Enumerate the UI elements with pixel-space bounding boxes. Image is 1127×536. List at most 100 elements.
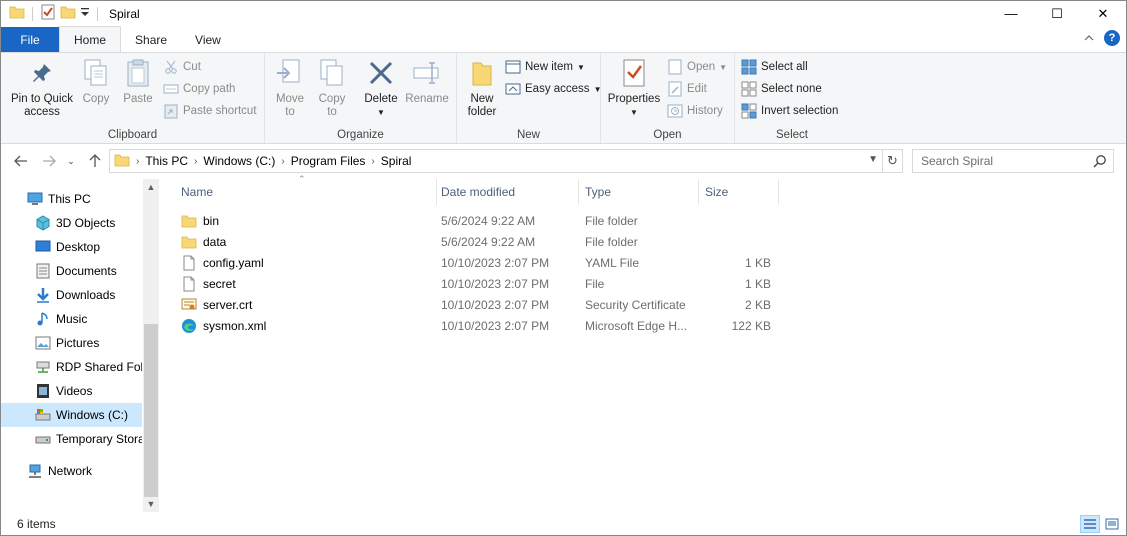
nav-item-desktop[interactable]: Desktop <box>1 235 142 259</box>
address-dropdown-icon[interactable]: ▼ <box>868 154 878 165</box>
move-to-icon <box>274 57 306 89</box>
file-row[interactable]: server.crt 10/10/2023 2:07 PM Security C… <box>175 294 775 315</box>
column-header-type[interactable]: Type <box>579 179 699 205</box>
file-row[interactable]: data 5/6/2024 9:22 AM File folder <box>175 231 775 252</box>
nav-item-windows-c[interactable]: Windows (C:) <box>1 403 142 427</box>
breadcrumb-spiral[interactable]: Spiral <box>381 154 412 168</box>
recent-locations-button[interactable]: ⌄ <box>61 151 81 171</box>
customize-qat-icon[interactable] <box>80 6 90 21</box>
tab-share[interactable]: Share <box>121 27 181 52</box>
properties-qat-icon[interactable] <box>40 4 56 23</box>
close-button[interactable]: ✕ <box>1080 1 1126 26</box>
new-group-label: New <box>516 129 540 141</box>
nav-scrollbar[interactable]: ▲ ▼ <box>143 179 159 512</box>
file-icon <box>181 276 197 292</box>
maximize-button[interactable]: ☐ <box>1034 1 1080 26</box>
nav-item-pictures[interactable]: Pictures <box>1 331 142 355</box>
nav-item-videos[interactable]: Videos <box>1 379 142 403</box>
nav-item-network[interactable]: Network <box>1 459 142 483</box>
forward-button[interactable] <box>39 151 59 171</box>
new-folder-button[interactable]: New folder <box>463 57 501 119</box>
scrollbar-thumb[interactable] <box>144 324 158 497</box>
cut-button[interactable]: Cut <box>163 57 201 77</box>
copy-to-button[interactable]: Copy to <box>315 57 349 119</box>
column-header-size[interactable]: Size <box>699 179 779 205</box>
invert-selection-button[interactable]: Invert selection <box>741 101 838 121</box>
nav-item-label: This PC <box>48 192 91 206</box>
paste-button[interactable]: Paste <box>119 57 157 106</box>
back-button[interactable] <box>11 151 31 171</box>
rename-icon <box>411 57 443 89</box>
rename-button[interactable]: Rename <box>405 57 449 106</box>
open-label: Open <box>687 61 716 73</box>
address-bar[interactable]: › This PC › Windows (C:) › Program Files… <box>109 149 883 173</box>
refresh-button[interactable]: ↻ <box>883 149 903 173</box>
paste-shortcut-button[interactable]: Paste shortcut <box>163 101 257 121</box>
copy-path-button[interactable]: Copy path <box>163 79 235 99</box>
pin-to-quick-access-button[interactable]: Pin to Quick access <box>7 57 77 119</box>
minimize-button[interactable]: — <box>988 1 1034 26</box>
breadcrumb-program-files[interactable]: Program Files <box>291 154 366 168</box>
move-to-button[interactable]: Move to <box>273 57 307 119</box>
breadcrumb-windows-c[interactable]: Windows (C:) <box>203 154 275 168</box>
column-header-name[interactable]: Name <box>175 179 437 205</box>
nav-item-this-pc[interactable]: This PC <box>1 187 142 211</box>
easy-access-button[interactable]: Easy access ▼ <box>505 79 601 99</box>
breadcrumb-chevron-icon[interactable]: › <box>371 156 374 167</box>
properties-button[interactable]: Properties ▼ <box>605 57 663 119</box>
file-type: Security Certificate <box>585 297 686 312</box>
nav-item-downloads[interactable]: Downloads <box>1 283 142 307</box>
nav-item-label: Network <box>48 464 93 478</box>
file-date: 10/10/2023 2:07 PM <box>441 318 550 333</box>
select-none-button[interactable]: Select none <box>741 79 822 99</box>
new-item-button[interactable]: New item ▼ <box>505 57 585 77</box>
select-all-button[interactable]: Select all <box>741 57 808 77</box>
select-all-icon <box>741 59 757 75</box>
help-icon[interactable]: ? <box>1104 30 1120 46</box>
clipboard-group: Pin to Quick access Copy Paste Cut Copy … <box>1 53 265 143</box>
breadcrumb-chevron-icon[interactable]: › <box>281 156 284 167</box>
file-name: sysmon.xml <box>203 318 267 333</box>
window-title: Spiral <box>109 6 140 21</box>
file-row[interactable]: secret 10/10/2023 2:07 PM File 1 KB <box>175 273 775 294</box>
file-name-cell: server.crt <box>181 294 435 315</box>
move-to-label-2: to <box>285 106 295 118</box>
file-row[interactable]: sysmon.xml 10/10/2023 2:07 PM Microsoft … <box>175 315 775 336</box>
tab-home[interactable]: Home <box>59 26 122 52</box>
quick-access-toolbar: Spiral <box>1 1 140 26</box>
column-header-date[interactable]: Date modified <box>435 179 579 205</box>
delete-button[interactable]: Delete ▼ <box>361 57 401 119</box>
file-row[interactable]: bin 5/6/2024 9:22 AM File folder <box>175 210 775 231</box>
scroll-down-icon[interactable]: ▼ <box>143 496 159 512</box>
nav-item-3d-objects[interactable]: 3D Objects <box>1 211 142 235</box>
large-icons-view-button[interactable] <box>1102 515 1122 533</box>
scroll-up-icon[interactable]: ▲ <box>143 179 159 195</box>
new-folder-qat-icon[interactable] <box>60 5 76 22</box>
copy-button[interactable]: Copy <box>79 57 113 106</box>
nav-tree: This PC 3D Objects Desktop Documents Dow… <box>1 179 142 512</box>
file-date: 5/6/2024 9:22 AM <box>441 234 536 249</box>
file-name: bin <box>203 213 220 228</box>
divider <box>97 6 98 21</box>
breadcrumb-chevron-icon[interactable]: › <box>194 156 197 167</box>
details-view-button[interactable] <box>1080 515 1100 533</box>
open-button[interactable]: Open ▼ <box>667 57 727 77</box>
history-button[interactable]: History <box>667 101 723 121</box>
pin-icon <box>26 57 58 89</box>
breadcrumb-this-pc[interactable]: This PC <box>145 154 188 168</box>
delete-x-icon <box>365 57 397 89</box>
nav-item-rdp-shared[interactable]: RDP Shared Fold <box>1 355 142 379</box>
tab-file[interactable]: File <box>1 27 59 52</box>
nav-item-temporary-storage[interactable]: Temporary Stora <box>1 427 142 451</box>
up-button[interactable] <box>85 151 105 171</box>
breadcrumb-chevron-icon[interactable]: › <box>136 156 139 167</box>
collapse-ribbon-icon[interactable] <box>1084 31 1094 45</box>
nav-item-documents[interactable]: Documents <box>1 259 142 283</box>
tab-view[interactable]: View <box>181 27 235 52</box>
history-label: History <box>687 105 723 117</box>
search-box[interactable]: Search Spiral <box>912 149 1114 173</box>
edit-button[interactable]: Edit <box>667 79 707 99</box>
file-row[interactable]: config.yaml 10/10/2023 2:07 PM YAML File… <box>175 252 775 273</box>
search-input[interactable]: Search Spiral <box>921 154 993 168</box>
nav-item-music[interactable]: Music <box>1 307 142 331</box>
